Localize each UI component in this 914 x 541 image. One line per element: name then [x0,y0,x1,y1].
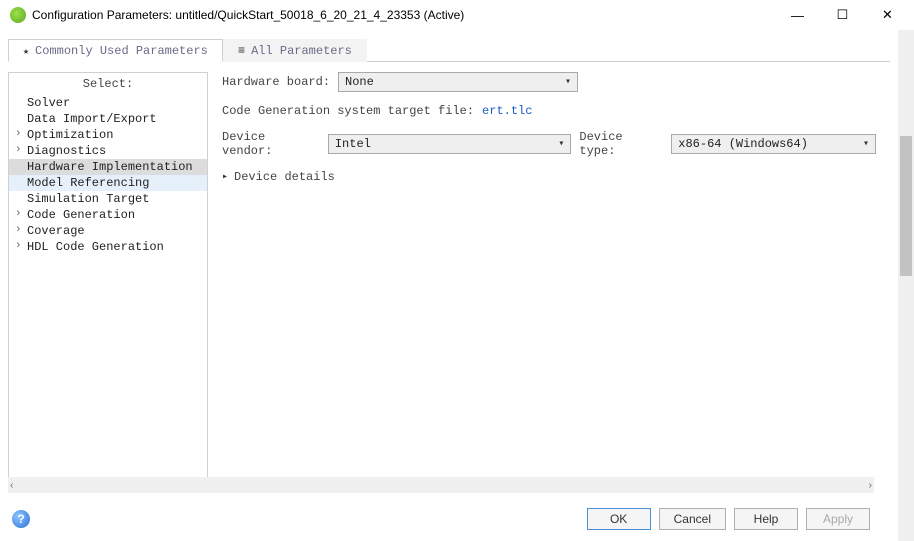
sidebar-item-hardware-implementation[interactable]: Hardware Implementation [9,159,207,175]
scrollbar-thumb[interactable] [900,136,912,276]
row-codegen-target: Code Generation system target file: ert.… [222,104,876,118]
sidebar-title: Select: [9,73,207,95]
tab-label: Commonly Used Parameters [35,44,208,58]
device-type-label: Device type: [579,130,663,158]
device-vendor-dropdown[interactable]: Intel [328,134,572,154]
list-icon [238,44,245,58]
scroll-left-icon[interactable]: ‹ [10,480,13,491]
horizontal-scrollbar[interactable]: ‹ › [8,477,874,493]
vertical-scrollbar[interactable] [898,30,914,541]
footer: ? OK Cancel Help Apply [0,497,882,541]
sidebar-item-solver[interactable]: Solver [9,95,207,111]
hardware-board-dropdown[interactable]: None [338,72,578,92]
device-details-toggle[interactable]: Device details [222,170,876,184]
sidebar: Select: Solver Data Import/Export Optimi… [8,72,208,482]
device-type-dropdown[interactable]: x86-64 (Windows64) [671,134,876,154]
sidebar-item-coverage[interactable]: Coverage [9,223,207,239]
tab-commonly-used[interactable]: Commonly Used Parameters [8,39,223,62]
maximize-button[interactable]: ☐ [820,0,865,30]
ok-button[interactable]: OK [587,508,651,530]
help-button[interactable]: Help [734,508,798,530]
body: Select: Solver Data Import/Export Optimi… [8,62,890,482]
sidebar-item-hdl-code-generation[interactable]: HDL Code Generation [9,239,207,255]
close-button[interactable]: ✕ [865,0,910,30]
row-hardware-board: Hardware board: None [222,72,876,92]
window-title: Configuration Parameters: untitled/Quick… [32,8,775,22]
device-type-value: x86-64 (Windows64) [678,137,808,151]
minimize-button[interactable]: — [775,0,820,30]
window-controls: — ☐ ✕ [775,0,910,30]
device-details-label: Device details [234,170,335,184]
help-icon[interactable]: ? [12,510,30,528]
sidebar-item-data-import-export[interactable]: Data Import/Export [9,111,207,127]
device-vendor-label: Device vendor: [222,130,320,158]
content: Commonly Used Parameters All Parameters … [0,30,898,541]
main-pane: Hardware board: None Code Generation sys… [208,72,890,482]
sidebar-item-diagnostics[interactable]: Diagnostics [9,143,207,159]
row-device: Device vendor: Intel Device type: x86-64… [222,130,876,158]
device-vendor-value: Intel [335,137,371,151]
codegen-target-link[interactable]: ert.tlc [482,104,532,118]
sidebar-item-model-referencing[interactable]: Model Referencing [9,175,207,191]
tab-bar: Commonly Used Parameters All Parameters [8,38,890,62]
apply-button[interactable]: Apply [806,508,870,530]
app-icon [10,7,26,23]
hardware-board-label: Hardware board: [222,75,330,89]
sidebar-item-code-generation[interactable]: Code Generation [9,207,207,223]
scroll-right-icon[interactable]: › [869,480,872,491]
sidebar-item-simulation-target[interactable]: Simulation Target [9,191,207,207]
cancel-button[interactable]: Cancel [659,508,726,530]
hardware-board-value: None [345,75,374,89]
codegen-target-label: Code Generation system target file: [222,104,474,118]
sidebar-item-optimization[interactable]: Optimization [9,127,207,143]
titlebar: Configuration Parameters: untitled/Quick… [0,0,914,30]
tab-all-parameters[interactable]: All Parameters [223,39,367,62]
star-icon [23,44,29,58]
tab-label: All Parameters [251,44,352,58]
